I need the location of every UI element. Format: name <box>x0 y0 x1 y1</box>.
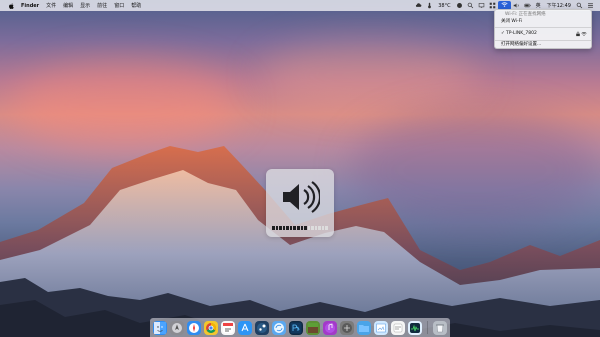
activity-monitor-icon[interactable] <box>408 320 422 335</box>
apple-menu-icon[interactable] <box>8 2 15 10</box>
dock-separator <box>427 321 428 334</box>
network-preferences-item[interactable]: 打开网络偏好设置... <box>501 42 587 48</box>
grid-icon[interactable] <box>489 2 496 9</box>
menu-file[interactable]: 文件 <box>46 2 56 9</box>
volume-segment <box>279 226 282 230</box>
folder-icon[interactable] <box>357 320 371 335</box>
photoshop-icon[interactable] <box>289 320 303 335</box>
menu-edit[interactable]: 编辑 <box>63 2 73 9</box>
volume-icon[interactable] <box>513 2 520 9</box>
trash-icon[interactable] <box>433 320 447 335</box>
thermometer-icon <box>428 2 432 9</box>
volume-segment <box>325 226 328 230</box>
dashboard-icon[interactable] <box>391 320 405 335</box>
volume-segment <box>321 226 325 230</box>
menu-help[interactable]: 帮助 <box>131 2 141 9</box>
network-name: TP-LINK_7802 <box>506 31 537 36</box>
steam-icon[interactable] <box>255 320 269 335</box>
menu-separator <box>495 40 591 41</box>
preview-icon[interactable] <box>374 320 388 335</box>
volume-segment <box>289 226 293 230</box>
notification-center-icon[interactable] <box>587 2 594 9</box>
volume-segment <box>296 226 300 230</box>
menu-view[interactable]: 显示 <box>80 2 90 9</box>
volume-segment <box>282 226 286 230</box>
volume-segment <box>272 226 275 230</box>
volume-segment <box>286 226 289 230</box>
spotlight-search-icon[interactable] <box>576 2 583 9</box>
spotlight-like-icon[interactable] <box>467 2 474 9</box>
wifi-status-text: Wi-Fi: 正在查找网络 <box>505 12 546 17</box>
chrome-icon[interactable] <box>204 320 218 335</box>
calendar-icon[interactable] <box>221 320 235 335</box>
battery-icon[interactable] <box>523 2 531 9</box>
volume-segment <box>304 226 307 230</box>
display-icon[interactable] <box>478 2 485 9</box>
finder-icon[interactable] <box>153 320 167 335</box>
app-menu-finder[interactable]: Finder <box>21 3 39 9</box>
volume-segment <box>275 226 279 230</box>
circle-status-icon[interactable] <box>456 2 463 9</box>
volume-segment <box>307 226 311 230</box>
clock-date-time[interactable]: 下午12:49 <box>547 2 571 9</box>
volume-segment <box>293 226 296 230</box>
minecraft-icon[interactable] <box>306 320 320 335</box>
volume-segment <box>300 226 304 230</box>
volume-segment <box>314 226 318 230</box>
volume-segment <box>311 226 314 230</box>
menu-window[interactable]: 窗口 <box>114 2 124 9</box>
sync-icon[interactable] <box>272 320 286 335</box>
speaker-volume-icon <box>283 181 320 213</box>
dock <box>150 318 450 337</box>
wifi-dropdown-menu: Wi-Fi: 正在查找网络 关闭 Wi-Fi ✓ TP-LINK_7802 打开… <box>494 9 592 49</box>
volume-hud <box>266 169 334 237</box>
menu-bar-left: Finder 文件 编辑 显示 前往 窗口 帮助 <box>0 2 148 10</box>
network-signal-icon <box>581 32 587 36</box>
temperature-reading[interactable]: 38°C <box>438 3 450 9</box>
menu-separator <box>495 27 591 28</box>
wifi-icon <box>501 2 508 7</box>
volume-level-indicator <box>272 226 328 230</box>
desktop: Finder 文件 编辑 显示 前往 窗口 帮助 38°C 英 下午12:49 … <box>0 0 600 337</box>
app-store-icon[interactable] <box>238 320 252 335</box>
menu-go[interactable]: 前往 <box>97 2 107 9</box>
cloud-icon[interactable] <box>415 2 422 9</box>
safari-icon[interactable] <box>187 320 201 335</box>
volume-segment <box>318 226 321 230</box>
turn-off-wifi-item[interactable]: 关闭 Wi-Fi <box>501 19 587 25</box>
music-icon[interactable] <box>323 320 337 335</box>
launchpad-icon[interactable] <box>170 320 184 335</box>
network-item[interactable]: ✓ TP-LINK_7802 <box>501 31 587 37</box>
input-method-indicator[interactable]: 英 <box>536 2 541 9</box>
game-icon[interactable] <box>340 320 354 335</box>
